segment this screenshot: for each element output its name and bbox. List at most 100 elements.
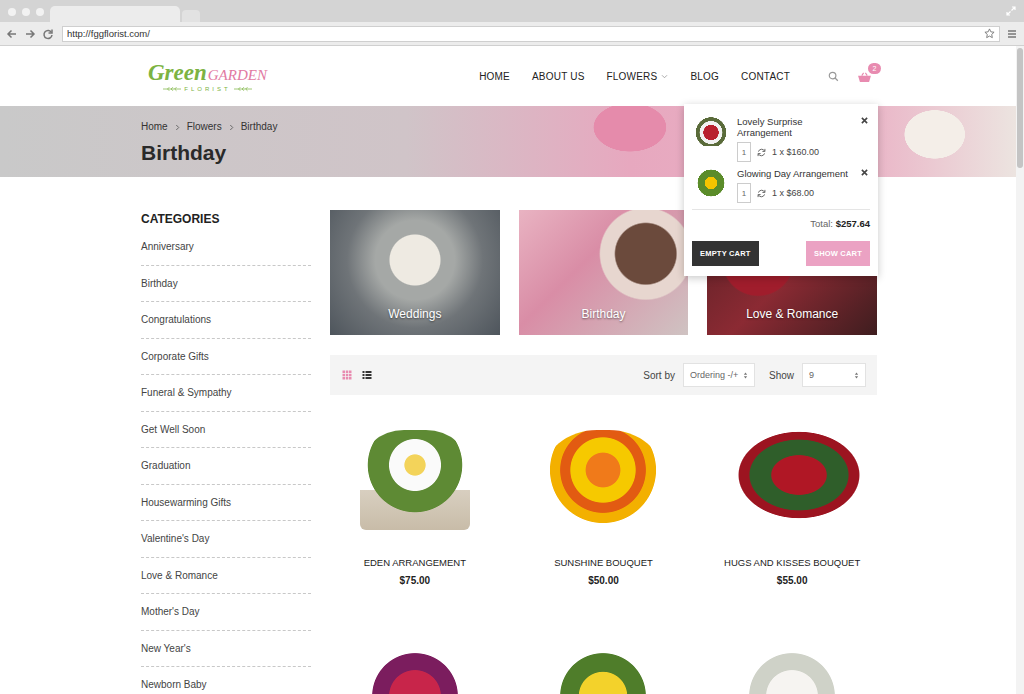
cart-count-badge: 2 [868,63,881,74]
product-area: Weddings Birthday Love & Romance Sort by O… [330,210,877,694]
browser-title-bar [0,0,1024,22]
product-card[interactable] [519,621,689,694]
category-item[interactable]: Love & Romance [141,558,311,595]
nav-item[interactable]: CONTACT [741,71,790,82]
main-nav: HOME ABOUT US FLOWERS BLOG CONTACT [479,71,790,82]
logo-second-word: GARDEN [208,63,267,87]
total-label: Total: [810,218,833,229]
cart-item-info: Lovely Surprise Arrangement 1 1 x $160.0… [737,114,870,162]
product-name[interactable]: HUGS AND KISSES BOUQUET [707,557,877,569]
sidebar-title: CATEGORIES [141,210,311,229]
refresh-icon[interactable] [757,189,766,198]
category-item[interactable]: Anniversary [141,229,311,266]
nav-label: CONTACT [741,71,790,82]
category-item[interactable]: Corporate Gifts [141,339,311,376]
logo-tagline: FLORIST [184,86,230,92]
quantity-input[interactable]: 1 [737,183,751,203]
sort-select[interactable]: Ordering -/+ [683,363,755,387]
cart-item-name[interactable]: Glowing Day Arrangement [737,168,856,179]
nav-label: FLOWERS [607,71,658,82]
nav-item[interactable]: HOME [479,71,510,82]
list-view-icon[interactable] [362,370,372,380]
category-item[interactable]: Valentine's Day [141,521,311,558]
breadcrumb-item[interactable]: Home [141,120,168,134]
breadcrumb-chevron-icon [229,124,234,131]
logo-tagline-row: FLORIST [163,86,251,92]
search-icon[interactable] [828,71,839,82]
product-image[interactable] [330,621,500,694]
remove-x-icon[interactable] [861,117,868,124]
product-price: $55.00 [707,575,877,587]
cart-button[interactable]: 2 [857,69,877,83]
category-tile[interactable]: Birthday [519,210,689,335]
nav-item[interactable]: ABOUT US [532,71,585,82]
cart-item-name[interactable]: Lovely Surprise Arrangement [737,116,856,138]
forward-arrow-icon[interactable] [24,28,36,40]
page-viewport: Green GARDEN FLORIST HOME ABOUT US FLOWE… [0,46,1024,694]
show-select[interactable]: 9 [802,363,866,387]
cart-item-price: 1 x $160.00 [772,147,819,157]
fullscreen-icon[interactable] [1006,6,1016,16]
empty-cart-button[interactable]: EMPTY CART [692,241,759,266]
category-item[interactable]: New Year's [141,631,311,668]
product-image[interactable] [707,415,877,545]
breadcrumb-item[interactable]: Flowers [187,120,222,134]
basket-icon [857,72,872,83]
quantity-input[interactable]: 1 [737,142,751,162]
product-image[interactable] [519,621,689,694]
category-item[interactable]: Funeral & Sympathy [141,375,311,412]
cart-item-quantity-row: 1 1 x $160.00 [737,142,856,162]
show-cart-button[interactable]: SHOW CART [806,241,870,266]
product-card[interactable]: HUGS AND KISSES BOUQUET $55.00 [707,415,877,621]
product-image[interactable] [707,621,877,694]
product-card[interactable] [330,621,500,694]
cart-item: Lovely Surprise Arrangement 1 1 x $160.0… [692,114,870,162]
category-item[interactable]: Newborn Baby [141,667,311,694]
bookmark-star-icon[interactable] [984,28,995,39]
category-tile[interactable]: Weddings [330,210,500,335]
category-item[interactable]: Get Well Soon [141,412,311,449]
cart-item: Glowing Day Arrangement 1 1 x $68.00 [692,166,870,203]
tile-label: Love & Romance [746,307,838,321]
address-bar[interactable]: http://fggflorist.com/ [62,26,1000,42]
product-grid: EDEN ARRANGEMENT $75.00 SUNSHINE BOUQUET… [330,415,877,694]
product-name[interactable]: EDEN ARRANGEMENT [330,557,500,569]
shop-toolbar: Sort by Ordering -/+ Show 9 [330,355,877,395]
reload-icon[interactable] [42,28,54,40]
product-image[interactable] [330,415,500,545]
grid-view-icon[interactable] [342,370,352,380]
category-item[interactable]: Housewarming Gifts [141,485,311,522]
new-tab[interactable] [182,10,200,22]
maximize-dot-icon[interactable] [36,8,44,16]
toolbar-controls: Sort by Ordering -/+ Show 9 [643,363,866,387]
show-label: Show [769,370,794,381]
product-name[interactable]: SUNSHINE BOUQUET [519,557,689,569]
url-text: http://fggflorist.com/ [67,28,984,39]
category-item[interactable]: Birthday [141,266,311,303]
web-page: Green GARDEN FLORIST HOME ABOUT US FLOWE… [0,46,1016,694]
product-image[interactable] [519,415,689,545]
scrollbar-thumb[interactable] [1017,48,1023,168]
remove-x-icon[interactable] [861,169,868,176]
menu-icon[interactable] [1006,28,1018,40]
back-arrow-icon[interactable] [6,28,18,40]
category-item[interactable]: Congratulations [141,302,311,339]
tile-label: Birthday [581,307,625,321]
minimize-dot-icon[interactable] [22,8,30,16]
category-item[interactable]: Mother's Day [141,594,311,631]
content-area: CATEGORIES AnniversaryBirthdayCongratula… [141,210,877,694]
close-dot-icon[interactable] [8,8,16,16]
category-item[interactable]: Graduation [141,448,311,485]
nav-item[interactable]: BLOG [690,71,719,82]
nav-item[interactable]: FLOWERS [607,71,669,82]
logo-words: Green GARDEN [148,61,267,87]
page-scrollbar[interactable] [1016,46,1024,694]
product-card[interactable]: SUNSHINE BOUQUET $50.00 [519,415,689,621]
refresh-icon[interactable] [757,148,766,157]
product-card[interactable] [707,621,877,694]
tile-label: Weddings [388,307,441,321]
logo[interactable]: Green GARDEN FLORIST [148,61,267,92]
product-card[interactable]: EDEN ARRANGEMENT $75.00 [330,415,500,621]
category-list: AnniversaryBirthdayCongratulationsCorpor… [141,229,311,694]
browser-tab[interactable] [50,6,180,22]
